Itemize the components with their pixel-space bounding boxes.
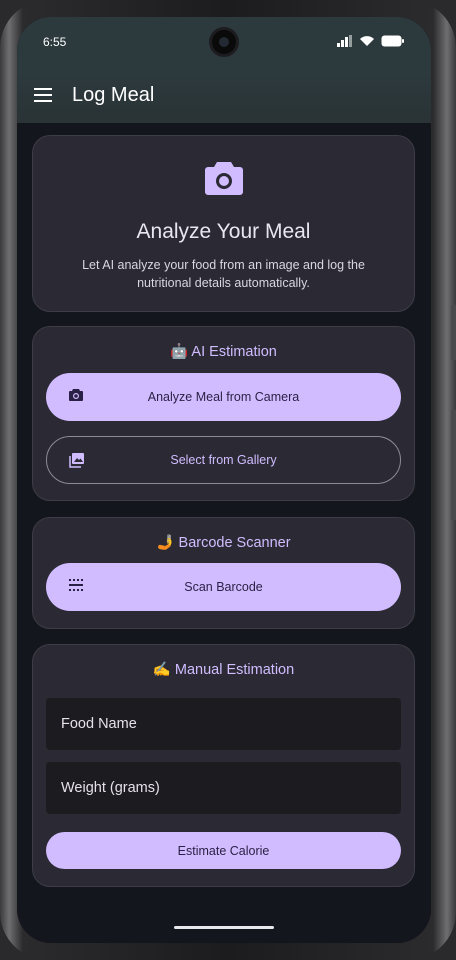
scan-barcode-button[interactable]: Scan Barcode — [46, 563, 401, 611]
hero-title: Analyze Your Meal — [136, 220, 311, 243]
barcode-scanner-title: 🤳 Barcode Scanner — [156, 535, 291, 551]
power-button — [451, 410, 456, 520]
volume-button — [451, 305, 456, 360]
status-icons — [337, 35, 405, 47]
status-time: 6:55 — [43, 35, 67, 49]
food-name-field[interactable]: Food Name — [46, 698, 401, 750]
app-bar: Log Meal — [17, 67, 431, 123]
select-gallery-label: Select from Gallery — [170, 453, 277, 467]
status-bar: 6:55 — [17, 17, 431, 67]
wifi-icon — [360, 36, 374, 46]
ai-estimation-card: 🤖 AI Estimation Analyze Meal from Camera — [32, 326, 415, 501]
home-indicator[interactable] — [174, 926, 274, 929]
weight-placeholder: Weight (grams) — [61, 780, 160, 796]
manual-estimation-title: ✍️ Manual Estimation — [152, 662, 295, 678]
estimate-calorie-label: Estimate Calorie — [177, 843, 270, 858]
analyze-camera-button[interactable]: Analyze Meal from Camera — [46, 373, 401, 421]
manual-estimation-card: ✍️ Manual Estimation Food Name Weight (g… — [32, 644, 415, 887]
ai-estimation-title: 🤖 AI Estimation — [170, 344, 277, 360]
front-camera — [209, 27, 239, 57]
barcode-scanner-card: 🤳 Barcode Scanner Scan Barcode — [32, 517, 415, 629]
barcode-icon — [69, 579, 83, 591]
phone-frame: 6:55 Log Meal Analyze Your Meal Let AI a… — [0, 0, 456, 960]
select-gallery-button[interactable]: Select from Gallery — [46, 436, 401, 484]
main-content[interactable]: Analyze Your Meal Let AI analyze your fo… — [17, 123, 431, 943]
gallery-icon — [69, 453, 84, 468]
page-title: Log Meal — [72, 83, 155, 106]
analyze-camera-label: Analyze Meal from Camera — [147, 390, 300, 404]
weight-field[interactable]: Weight (grams) — [46, 762, 401, 814]
camera-icon — [205, 162, 243, 195]
signal-icon — [337, 35, 352, 47]
scan-barcode-label: Scan Barcode — [184, 580, 263, 594]
hero-description: Let AI analyze your food from an image a… — [82, 258, 365, 290]
estimate-calorie-button[interactable]: Estimate Calorie — [46, 832, 401, 869]
screen: 6:55 Log Meal Analyze Your Meal Let AI a… — [17, 17, 431, 943]
analyze-hero-card: Analyze Your Meal Let AI analyze your fo… — [32, 135, 415, 312]
battery-icon — [381, 35, 404, 47]
food-name-placeholder: Food Name — [61, 716, 137, 732]
camera-small-icon — [69, 389, 83, 401]
menu-icon[interactable] — [33, 83, 57, 107]
